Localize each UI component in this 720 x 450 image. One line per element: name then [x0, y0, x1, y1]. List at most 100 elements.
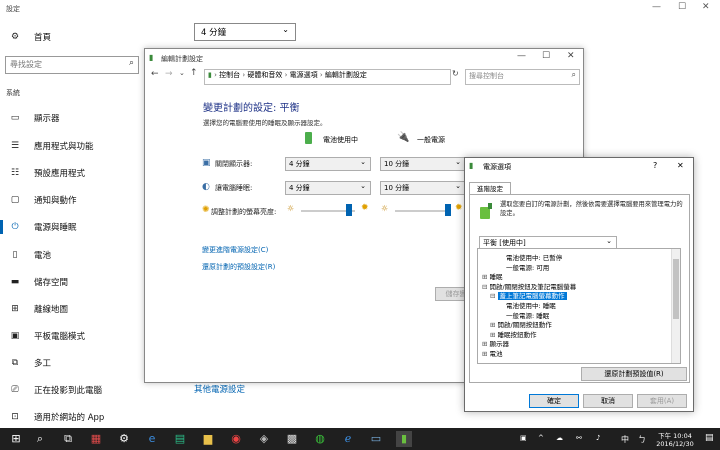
display-battery-select[interactable]: 4 分鐘 ⌄ — [285, 157, 371, 171]
back-icon[interactable]: ← — [151, 69, 159, 79]
collapse-icon[interactable]: ⊟ — [482, 283, 490, 291]
link-icon[interactable]: ⚯ — [576, 434, 582, 442]
volume-icon[interactable]: ♪ — [596, 434, 600, 442]
calculator-icon[interactable]: ▩ — [284, 431, 300, 447]
tree-item[interactable]: ⊞ 電池 — [482, 348, 503, 358]
search-input[interactable] — [6, 57, 122, 71]
sidebar-item-0[interactable]: ▭ 顯示器 — [8, 109, 60, 127]
apply-button[interactable]: 套用(A) — [637, 394, 687, 408]
sidebar-item-8[interactable]: ▣ 平板電腦模式 — [8, 327, 85, 345]
ok-button[interactable]: 確定 — [529, 394, 579, 408]
file-explorer-icon[interactable]: ▆ — [200, 431, 216, 447]
brightness-battery-thumb[interactable] — [345, 204, 352, 216]
po-app-icon: ▮ — [469, 161, 474, 170]
brightness-plugged-slider[interactable] — [395, 210, 451, 212]
task-view-icon[interactable]: ⧉ — [60, 431, 76, 447]
tree-item[interactable]: ⊟ 開啟/關閉按鈕及筆記電腦螢幕 — [482, 281, 576, 291]
cloud-icon[interactable]: ☁ — [556, 434, 563, 442]
sleep-select[interactable]: 4 分鐘 ⌄ — [194, 23, 296, 41]
chrome-icon[interactable]: ◉ — [228, 431, 244, 447]
row-display-label: 關閉顯示器: — [215, 160, 253, 168]
ime-indicator[interactable]: 中 — [621, 434, 629, 445]
maximize-icon[interactable]: ☐ — [678, 2, 686, 12]
storage-icon: ▬ — [10, 277, 20, 287]
breadcrumb-1[interactable]: 硬體和音效 — [247, 71, 282, 79]
ie-icon[interactable]: ℯ — [340, 431, 356, 447]
display-plugged-select[interactable]: 10 分鐘 ⌄ — [380, 157, 466, 171]
po-close-icon[interactable]: ✕ — [677, 161, 684, 170]
cp-search-input[interactable]: 搜尋控制台 — [469, 71, 504, 81]
power-options-taskbar-icon[interactable]: ▮ — [396, 431, 412, 447]
tree-item[interactable]: 電池使用中: 已暫停 — [506, 252, 562, 262]
app-icon[interactable]: ◈ — [256, 431, 272, 447]
breadcrumb-0[interactable]: 控制台 — [219, 71, 240, 79]
breadcrumb-2[interactable]: 電源選項 — [290, 71, 318, 79]
sidebar-item-4[interactable]: ⏻ 電源與睡眠 — [8, 218, 76, 236]
tree-scrollbar[interactable] — [671, 249, 680, 363]
tree-item[interactable]: 一般電源: 睡眠 — [506, 310, 549, 320]
expand-icon[interactable]: ⊞ — [482, 350, 490, 358]
minimize-icon[interactable]: — — [652, 2, 661, 12]
sidebar-home[interactable]: ⚙ 首頁 — [8, 28, 51, 46]
cp-search-box[interactable]: 搜尋控制台 ⌕ — [465, 69, 580, 85]
sleep-battery-select[interactable]: 4 分鐘 ⌄ — [285, 181, 371, 195]
help-icon[interactable]: ? — [653, 161, 657, 170]
tree-item[interactable]: ⊞ 顯示器 — [482, 338, 509, 348]
sidebar-item-2[interactable]: ☷ 預設應用程式 — [8, 164, 85, 182]
sleep-plugged-select[interactable]: 10 分鐘 ⌄ — [380, 181, 466, 195]
search-icon[interactable]: ⌕ — [129, 58, 134, 68]
store-icon[interactable]: ▤ — [172, 431, 188, 447]
action-center-icon[interactable]: ▤ — [705, 433, 714, 443]
line-icon[interactable]: ◍ — [312, 431, 328, 447]
tree-item[interactable]: ⊟ 蓋上筆記電腦螢幕動作 — [490, 290, 567, 301]
network-icon[interactable]: ▣ — [520, 434, 527, 442]
restore-defaults-link[interactable]: 還原計劃的預設設定(R) — [202, 262, 275, 272]
plug-icon: 🔌 — [397, 132, 410, 143]
cp-close-icon[interactable]: ✕ — [567, 51, 575, 61]
sidebar-item-11[interactable]: ⊡ 適用於網站的 App — [8, 408, 104, 426]
tree-item[interactable]: ⊞ 睡眠按鈕動作 — [490, 329, 537, 339]
settings-tree[interactable]: 電池使用中: 已暫停 一般電源: 可用 ⊞ 睡眠 ⊟ 開啟/關閉按鈕及筆記電腦螢幕 ⊟ … — [477, 248, 681, 364]
advanced-settings-link[interactable]: 變更進階電源設定(C) — [202, 245, 268, 255]
close-icon[interactable]: ✕ — [702, 2, 710, 12]
plan-subheading: 選擇您的電腦要使用的睡眠及顯示器設定。 — [203, 119, 327, 127]
cp-minimize-icon[interactable]: — — [517, 51, 526, 61]
restore-plan-defaults-button[interactable]: 還原計劃預設值(R) — [581, 367, 687, 381]
sidebar-item-5[interactable]: ▯ 電池 — [8, 246, 52, 264]
up-icon[interactable]: ↑ — [190, 68, 198, 78]
clock[interactable]: 下午 10:04 2016/12/30 — [653, 430, 697, 448]
cp-search-icon[interactable]: ⌕ — [572, 70, 576, 80]
default-apps-icon: ☷ — [10, 168, 20, 178]
tree-item-label: 一般電源: 可用 — [506, 263, 550, 272]
search-icon[interactable]: ⌕ — [32, 431, 48, 447]
tray-up-icon[interactable]: ^ — [538, 434, 544, 442]
sidebar-item-1[interactable]: ☰ 應用程式與功能 — [8, 137, 94, 155]
history-chevron-icon[interactable]: ⌄ — [179, 69, 185, 77]
cp-maximize-icon[interactable]: ☐ — [542, 51, 550, 61]
other-power-link[interactable]: 其他電源設定 — [194, 383, 245, 395]
office-icon[interactable]: ▦ — [88, 431, 104, 447]
tree-item[interactable]: 一般電源: 可用 — [506, 262, 549, 272]
tree-item[interactable]: ⊞ 開啟/關閉按鈕動作 — [490, 319, 552, 329]
collapse-icon[interactable]: ⊟ — [490, 292, 498, 300]
remote-desktop-icon[interactable]: ▭ — [368, 431, 384, 447]
ime-mode-indicator[interactable]: ㄅ — [638, 434, 646, 445]
breadcrumb-3[interactable]: 編輯計劃設定 — [325, 71, 367, 79]
refresh-icon[interactable]: ↻ — [452, 69, 459, 78]
edge-icon[interactable]: e — [144, 431, 160, 447]
tree-item[interactable]: ⊞ 睡眠 — [482, 271, 503, 281]
sidebar-item-6[interactable]: ▬ 儲存空間 — [8, 273, 68, 291]
settings-search[interactable]: ⌕ — [5, 56, 139, 74]
scroll-thumb[interactable] — [673, 259, 679, 319]
sidebar-item-3[interactable]: ▢ 通知與動作 — [8, 191, 77, 209]
sidebar-item-9[interactable]: ⧉ 多工 — [8, 354, 51, 372]
brightness-plugged-thumb[interactable] — [445, 204, 452, 216]
tree-item[interactable]: 電池使用中: 睡眠 — [506, 300, 556, 310]
sidebar-item-10[interactable]: ⎚ 正在投影到此電腦 — [8, 381, 102, 399]
sidebar-item-7[interactable]: ⊞ 離線地圖 — [8, 300, 68, 318]
forward-icon[interactable]: → — [165, 69, 173, 79]
cancel-button[interactable]: 取消 — [583, 394, 633, 408]
address-bar[interactable]: ▮ › 控制台 › 硬體和音效 › 電源選項 › 編輯計劃設定 — [204, 69, 451, 85]
start-icon[interactable]: ⊞ — [8, 431, 24, 447]
settings-gear-icon[interactable]: ⚙ — [116, 431, 132, 447]
